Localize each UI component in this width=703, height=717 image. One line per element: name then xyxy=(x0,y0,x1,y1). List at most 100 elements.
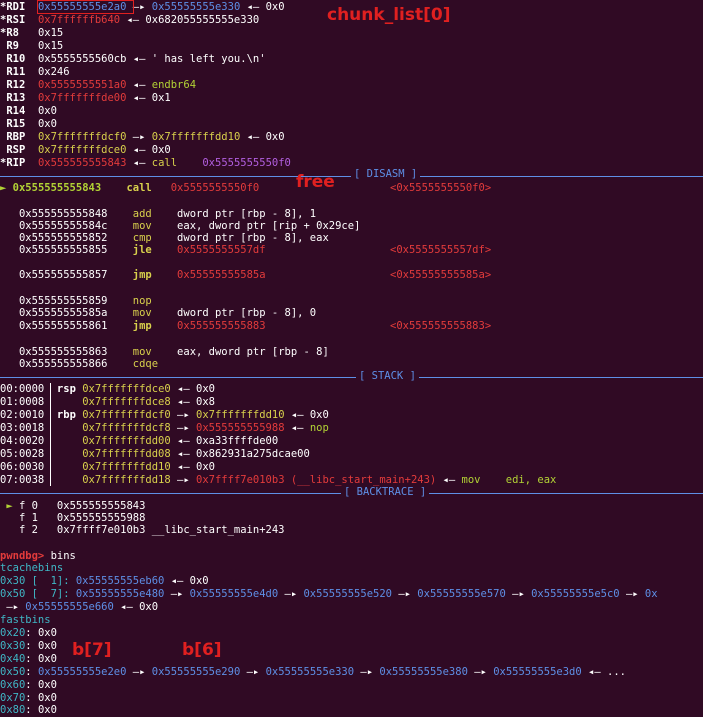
chunk-address: 0x55555555e380 xyxy=(379,666,468,678)
target-ref: <0x555555555883> xyxy=(390,320,492,332)
arrow: ◂— xyxy=(126,79,152,91)
mnemonic: jle xyxy=(132,244,152,256)
mnemonic: jmp xyxy=(132,269,152,281)
bin-value: : 0x0 xyxy=(25,653,57,665)
bin-value: : 0x0 xyxy=(25,627,57,639)
stack-row: 01:0008 0x7fffffffdce8 ◂— 0x8 xyxy=(0,396,215,409)
register-r11-row: R11 0x246 xyxy=(0,66,70,79)
instruction-address: 0x55555555585a xyxy=(18,307,108,319)
arrow: —▸ xyxy=(164,588,190,600)
arrow: —▸ xyxy=(170,474,197,486)
chunk-tail: ◂— 0x0 xyxy=(164,575,209,587)
stack-address: 0x7fffffffdd08 xyxy=(82,448,171,460)
operand: eax, dword ptr [rip + 0x29ce] xyxy=(177,220,361,232)
arrow: ◂— xyxy=(126,157,152,169)
tail-value: ◂— 0x0 xyxy=(240,131,285,143)
arrow: ◂— xyxy=(284,422,310,434)
chunk-address: 0x55555555eb60 xyxy=(75,575,165,587)
chunk-address: 0x55555555e4d0 xyxy=(189,588,279,600)
mnemonic: nop xyxy=(132,295,152,307)
tail-value: ◂— ' has left you.\n' xyxy=(126,53,266,65)
arrow: —▸ xyxy=(170,409,197,421)
disasm-current-line: ► 0x555555555843 call 0x5555555550f0 xyxy=(0,182,259,195)
arrow: ◂— xyxy=(436,474,462,486)
register-value: 0x15 xyxy=(37,40,64,52)
stack-address: 0x7fffffffdd10 xyxy=(82,461,171,473)
mnemonic: mov xyxy=(132,346,152,358)
frame-address: 0x7ffff7e010b3 __libc_start_main+243 xyxy=(56,524,285,536)
instruction: mov edi, eax xyxy=(461,474,557,486)
frame-address: 0x555555555843 xyxy=(56,500,146,512)
chunk-address: 0x55555555e5c0 xyxy=(531,588,620,600)
register-value: 0x246 xyxy=(37,66,70,78)
stack-row: 06:0030 0x7fffffffdd10 ◂— 0x0 xyxy=(0,461,215,474)
tail-value: ◂— 0x1 xyxy=(126,92,171,104)
target-ref: <0x5555555550f0> xyxy=(390,182,492,194)
bin-key: 0x60 xyxy=(0,679,26,691)
call-target: 0x5555555550f0 xyxy=(202,157,291,169)
stack-address: 0x7fffffffdcf0 xyxy=(82,409,171,421)
instruction-address: 0x55555555584c xyxy=(18,220,108,232)
stack-row: 00:0000 rsp 0x7fffffffdce0 ◂— 0x0 xyxy=(0,383,215,396)
fastbin-entry: 0x30: 0x0 xyxy=(0,640,57,653)
register-name: R14 xyxy=(6,105,26,117)
bin-title: tcachebins xyxy=(0,562,64,574)
instruction-address: 0x555555555866 xyxy=(18,358,108,370)
register-value: 0x7fffffffdcf0 xyxy=(37,131,127,143)
bin-value: : 0x0 xyxy=(25,692,57,704)
stack-row: 03:0018 0x7fffffffdcf8 —▸ 0x555555555988… xyxy=(0,422,329,435)
stack-address: 0x7fffffffdce0 xyxy=(82,383,171,395)
stack-value: ◂— 0x0 xyxy=(170,383,215,395)
arrow: —▸ xyxy=(354,666,380,678)
stack-row: 07:0038 0x7fffffffdd18 —▸ 0x7ffff7e010b3… xyxy=(0,474,556,487)
disasm-line: 0x55555555585a mov dword ptr [rbp - 8], … xyxy=(0,307,316,320)
mnemonic: mov xyxy=(132,307,152,319)
register-value: 0x7fffffffde00 xyxy=(37,92,127,104)
bin-key: 0x20 xyxy=(0,627,26,639)
bin-key: 0x50 [ 7]: xyxy=(0,588,76,600)
bin-key: 0x80 xyxy=(0,704,26,716)
stack-value: ◂— 0x8 xyxy=(170,396,215,408)
arrow: —▸ xyxy=(240,666,266,678)
arrow: —▸ xyxy=(126,131,152,143)
disasm-ref: <0x5555555550f0> xyxy=(390,182,491,195)
register-value: 0x555555555843 xyxy=(37,157,127,169)
tcache-title: tcachebins xyxy=(0,562,63,575)
arrow: —▸ xyxy=(170,422,197,434)
operand: dword ptr [rbp - 8], eax xyxy=(177,232,329,244)
chunk-address: 0x55555555e660 xyxy=(25,601,114,613)
rdi-highlight-box xyxy=(37,0,134,14)
mnemonic: jmp xyxy=(132,320,152,332)
chunk-address: 0x xyxy=(644,588,658,600)
fastbin-entry: 0x60: 0x0 xyxy=(0,679,57,692)
tcache-entry: 0x30 [ 1]: 0x55555555eb60 ◂— 0x0 xyxy=(0,575,209,588)
disasm-line: 0x555555555855 jle 0x5555555557df xyxy=(0,244,266,257)
frame-label: f 1 xyxy=(18,512,38,524)
stack-value: ◂— 0x0 xyxy=(284,409,329,421)
chunk-address: 0x55555555e3d0 xyxy=(493,666,582,678)
stack-address: 0x7fffffffdcf8 xyxy=(82,422,171,434)
backtrace-header: [ BACKTRACE ] xyxy=(341,486,430,499)
fastbin-entry: 0x40: 0x0 xyxy=(0,653,57,666)
register-r10-row: R10 0x5555555560cb ◂— ' has left you.\n' xyxy=(0,53,266,66)
fastbin-entry: 0x50: 0x55555555e2e0 —▸ 0x55555555e290 —… xyxy=(0,666,626,678)
register-r13-row: R13 0x7fffffffde00 ◂— 0x1 xyxy=(0,92,171,105)
register-name: RBP xyxy=(6,131,26,143)
stack-row: 02:0010 rbp 0x7fffffffdcf0 —▸ 0x7fffffff… xyxy=(0,409,329,422)
operand: 0x555555555883 xyxy=(177,320,266,332)
disasm-ref: <0x55555555585a> xyxy=(390,269,491,282)
instruction: nop xyxy=(309,422,329,434)
current-frame-marker: ► xyxy=(6,500,13,512)
register-r8-row: *R8 0x15 xyxy=(0,27,63,40)
stack-address: 0x7fffffffdd18 xyxy=(82,474,171,486)
tail-value: ◂— 0x0 xyxy=(126,144,171,156)
arrow: —▸ xyxy=(619,588,645,600)
instruction-address: 0x555555555861 xyxy=(18,320,108,332)
target-ref: <0x5555555557df> xyxy=(390,244,492,256)
tcache-entry: 0x50 [ 7]: 0x55555555e480 —▸ 0x55555555e… xyxy=(0,588,658,601)
fastbins-title: fastbins xyxy=(0,614,51,627)
bin-value: : 0x0 xyxy=(25,704,57,716)
mnemonic: mov xyxy=(132,220,152,232)
chunk-tail: ◂— 0x0 xyxy=(113,601,159,613)
disasm-line: 0x555555555866 cdqe xyxy=(0,358,158,371)
